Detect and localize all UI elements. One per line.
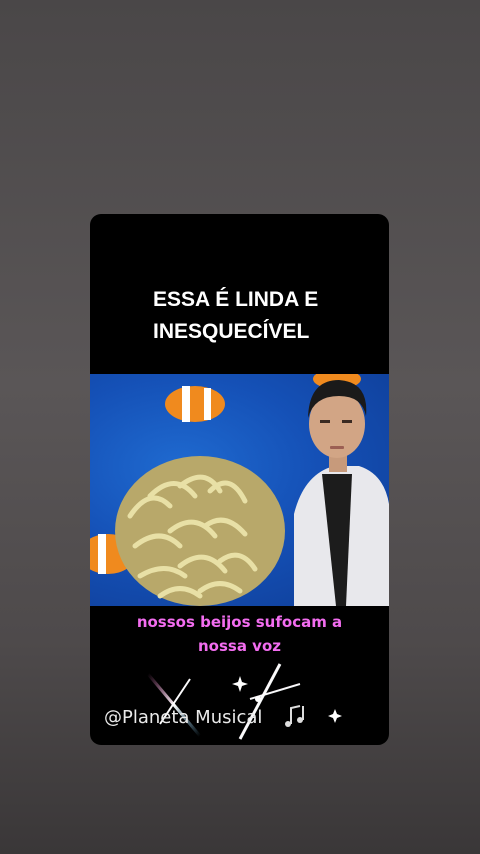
caption-line-1: nossos beijos sufocam a (136, 613, 343, 631)
clownfish-image (165, 386, 225, 422)
singer-image (294, 380, 389, 606)
lyric-caption: nossos beijos sufocam a nossa voz (90, 606, 389, 658)
headline-line-1: ESSA É LINDA E (153, 288, 319, 311)
story-card[interactable]: ESSA É LINDA E INESQUECÍVEL nossos beijo… (90, 214, 389, 745)
headline: ESSA É LINDA E INESQUECÍVEL (90, 284, 389, 348)
video-frame[interactable] (90, 374, 389, 606)
music-notes-icon (285, 705, 304, 727)
anemone-image (115, 456, 285, 606)
headline-line-2: INESQUECÍVEL (153, 320, 310, 343)
watermark: @Planeta Musical (104, 707, 263, 728)
sparkle-icon (146, 663, 342, 740)
